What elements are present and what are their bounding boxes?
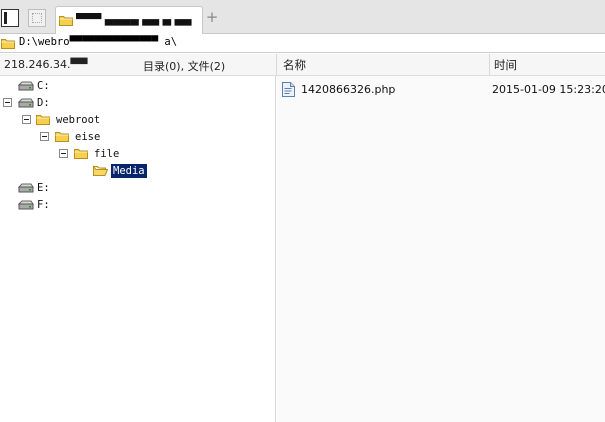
php-file-icon xyxy=(282,82,295,97)
tree-node-file[interactable]: file xyxy=(0,146,170,163)
folder-icon xyxy=(1,38,15,49)
column-header-time[interactable]: 时间 xyxy=(494,57,517,73)
tab-active[interactable]: ▀▀▀ ▄▄▄▄ ▄▄ ▄ ▄▄ xyxy=(55,6,203,34)
drive-icon xyxy=(18,81,34,91)
file-row[interactable]: 1420866326.php 2015-01-09 15:23:20 xyxy=(277,80,605,98)
path-text: D:\webro▀▀▀▀▀▀▀▀▀▀▀▀▀▀ a\ xyxy=(19,36,178,48)
tab-bar: ▀▀▀ ▄▄▄▄ ▄▄ ▄ ▄▄ + xyxy=(0,0,605,34)
column-header-name[interactable]: 名称 xyxy=(283,57,306,73)
file-name: 1420866326.php xyxy=(301,83,396,96)
tree-node-label: E: xyxy=(37,182,50,194)
tree-node-media[interactable]: Media xyxy=(0,163,180,180)
collapse-icon[interactable] xyxy=(40,132,49,141)
folder-icon xyxy=(36,114,50,125)
drive-icon xyxy=(18,183,34,193)
collapse-icon[interactable] xyxy=(3,98,12,107)
tree-node-drive-d[interactable]: D: xyxy=(0,95,120,112)
file-list: 1420866326.php 2015-01-09 15:23:20 xyxy=(277,76,605,422)
header-row: 218.246.34.▀▀ 目录(0), 文件(2) 名称 时间 xyxy=(0,54,605,76)
tree-node-label: D: xyxy=(37,97,50,109)
folder-icon xyxy=(59,15,73,26)
new-tab-plus-icon[interactable]: + xyxy=(205,9,219,25)
tree-node-label: C: xyxy=(37,80,50,92)
file-modified-time: 2015-01-09 15:23:20 xyxy=(492,83,605,96)
tree-node-label: webroot xyxy=(56,114,101,126)
collapse-icon[interactable] xyxy=(59,149,68,158)
drive-icon xyxy=(18,98,34,108)
tree-node-drive-e[interactable]: E: xyxy=(0,180,120,197)
file-manager-window: ▀▀▀ ▄▄▄▄ ▄▄ ▄ ▄▄ + D:\webro▀▀▀▀▀▀▀▀▀▀▀▀▀… xyxy=(0,0,605,422)
server-ip-label: 218.246.34.▀▀ xyxy=(4,58,88,71)
folder-icon xyxy=(55,131,69,142)
pane-divider[interactable] xyxy=(276,54,277,75)
path-bar[interactable]: D:\webro▀▀▀▀▀▀▀▀▀▀▀▀▀▀ a\ xyxy=(0,34,605,53)
item-counts-label: 目录(0), 文件(2) xyxy=(143,60,226,73)
tree-node-label: F: xyxy=(37,199,50,211)
tree-node-label: file xyxy=(94,148,120,160)
tree-node-label-selected: Media xyxy=(111,164,147,178)
column-divider[interactable] xyxy=(489,54,490,75)
folder-icon xyxy=(74,148,88,159)
tree-node-label: eise xyxy=(75,131,101,143)
tree-node-eise[interactable]: eise xyxy=(0,129,160,146)
tab-title: ▀▀▀ ▄▄▄▄ ▄▄ ▄ ▄▄ xyxy=(76,13,192,26)
tree-node-webroot[interactable]: webroot xyxy=(0,112,160,129)
drive-icon xyxy=(18,200,34,210)
sidebar-toggle-button[interactable] xyxy=(1,9,19,27)
open-folder-icon xyxy=(93,165,108,176)
folder-tree: C: D: webroot eise file Media E: F: xyxy=(0,76,276,422)
tree-node-drive-c[interactable]: C: xyxy=(0,78,120,95)
tree-node-drive-f[interactable]: F: xyxy=(0,197,120,214)
collapse-icon[interactable] xyxy=(22,115,31,124)
blank-tab-button[interactable] xyxy=(28,9,46,27)
